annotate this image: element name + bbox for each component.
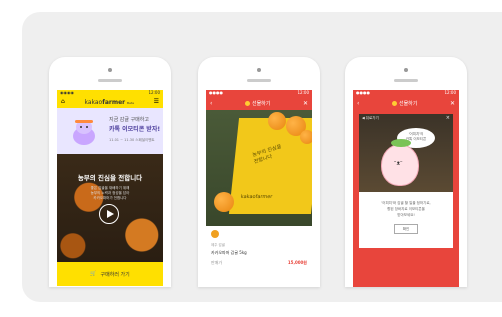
- gift-logo-icon: [391, 100, 397, 106]
- signal-icon: ●●●●: [356, 90, 370, 95]
- emoticon-popup: ◀ 뒤로가기 × '어피치'의 카톡 이모티콘 ᵔᴥᵔ '어피치'와 감귤 할 …: [359, 114, 453, 248]
- clock: 12:00: [444, 90, 456, 95]
- popup-back-label[interactable]: ◀ 뒤로가기: [362, 116, 379, 121]
- gift-logo-icon: [244, 100, 250, 106]
- orange: [214, 192, 234, 212]
- clock: 12:00: [297, 90, 309, 95]
- product-category: 제주 감귤: [211, 243, 225, 247]
- popup-backdrop: ◀ 뒤로가기 × '어피치'의 카톡 이모티콘 ᵔᴥᵔ '어피치'와 감귤 할 …: [353, 110, 459, 287]
- product-name: 카카오파머 감귤 5kg: [211, 250, 247, 255]
- gift-header: ‹ 선물하기 ✕: [353, 96, 459, 110]
- logo-main: farmer: [102, 98, 126, 106]
- product-info[interactable]: 제주 감귤 카카오파머 감귤 5kg 판매가 15,000원: [206, 226, 312, 287]
- header-title: 선물하기: [244, 100, 271, 107]
- buy-button-label: 구매하러 가기: [100, 271, 130, 278]
- camera-dot: [404, 68, 408, 72]
- phone3-screen: ●●●● 12:00 ‹ 선물하기 ✕ ◀ 뒤로가기 × '어피치'의 카톡 이…: [353, 90, 459, 287]
- speaker-bar: [394, 79, 418, 82]
- message-line3: 받아보세요!: [397, 213, 415, 217]
- menu-icon[interactable]: ☰: [154, 99, 159, 105]
- signal-icon: ◉◉◉◉: [60, 90, 74, 95]
- banner-line1: 지금 감귤 구매하고: [109, 117, 149, 123]
- gift-header: ‹ 선물하기 ✕: [206, 96, 312, 110]
- banner-headline: 카톡 이모티콘 받자!: [109, 126, 161, 133]
- orange: [268, 112, 286, 130]
- buy-button[interactable]: 🛒 구매하러 가기: [57, 262, 163, 286]
- price-label: 판매가: [211, 260, 223, 265]
- phone-gift-product: ●●●● 12:00 ‹ 선물하기 ✕ 농부의 진심을 전합니다 kakaofa…: [198, 57, 320, 287]
- app-header: ⌂ kakaofarmer Beta ☰: [57, 96, 163, 108]
- camera-dot: [257, 68, 261, 72]
- price-row: 판매가 15,000원: [211, 260, 307, 266]
- close-icon[interactable]: ✕: [450, 100, 455, 107]
- back-arrow-icon[interactable]: ‹: [210, 100, 212, 107]
- product-photo: 농부의 진심을 전합니다 kakaofarmer: [206, 110, 312, 226]
- close-icon[interactable]: ✕: [303, 100, 308, 107]
- box-brand: kakaofarmer: [240, 194, 273, 200]
- character-illustration-icon: [73, 120, 95, 145]
- play-button-icon[interactable]: [99, 204, 119, 224]
- event-banner[interactable]: 지금 감귤 구매하고 카톡 이모티콘 받자! 11.01 ~ 11.30 스페셜…: [57, 108, 163, 154]
- header-title-text: 선물하기: [398, 100, 418, 107]
- back-arrow-icon[interactable]: ‹: [357, 100, 359, 107]
- phone1-screen: ◉◉◉◉ 12:00 ⌂ kakaofarmer Beta ☰ 지금 감귤 구매…: [57, 90, 163, 287]
- home-icon[interactable]: ⌂: [61, 99, 65, 105]
- video-title: 농부의 진심을 전합니다: [77, 174, 143, 182]
- cart-icon: 🛒: [90, 271, 97, 277]
- phone-kakaofarmer: ◉◉◉◉ 12:00 ⌂ kakaofarmer Beta ☰ 지금 감귤 구매…: [49, 57, 171, 287]
- header-title: 선물하기: [391, 100, 418, 107]
- box-text: 농부의 진심을 전합니다: [252, 144, 284, 166]
- orange: [300, 130, 312, 144]
- video-caption-line3: 카카오파머가 전합니다: [93, 196, 127, 200]
- character-face: ᵔᴥᵔ: [394, 160, 403, 167]
- video-caption: 좋은 감귤을 재배하기 위해 농부의 노력과 정성을 담아 카카오파머가 전합니…: [57, 186, 163, 201]
- brand-avatar: [211, 230, 219, 238]
- popup-close-icon[interactable]: ×: [446, 115, 450, 121]
- apeach-character-icon: ᵔᴥᵔ: [381, 139, 419, 186]
- popup-message: '어피치'와 감귤 할 일을 정하기로, 향된 장바지로 이모티콘을 받아보세요…: [359, 200, 453, 218]
- popup-image: ◀ 뒤로가기 × '어피치'의 카톡 이모티콘 ᵔᴥᵔ: [359, 114, 453, 192]
- header-title-text: 선물하기: [251, 100, 271, 107]
- signal-icon: ●●●●: [209, 90, 223, 95]
- clock: 12:00: [148, 90, 160, 95]
- logo-suffix: Beta: [127, 100, 134, 105]
- app-logo: kakaofarmer Beta: [84, 99, 134, 106]
- banner-period: 11.01 ~ 11.30 스페셜이벤트: [109, 138, 155, 142]
- phone-gift-popup: ●●●● 12:00 ‹ 선물하기 ✕ ◀ 뒤로가기 × '어피치'의 카톡 이…: [345, 57, 467, 287]
- price-value: 15,000원: [287, 260, 307, 265]
- video-player[interactable]: 농부의 진심을 전합니다 좋은 감귤을 재배하기 위해 농부의 노력과 정성을 …: [57, 154, 163, 262]
- logo-prefix: kakao: [84, 98, 103, 106]
- confirm-button[interactable]: 확인: [394, 224, 418, 234]
- phone2-screen: ●●●● 12:00 ‹ 선물하기 ✕ 농부의 진심을 전합니다 kakaofa…: [206, 90, 312, 287]
- speaker-bar: [247, 79, 271, 82]
- camera-dot: [108, 68, 112, 72]
- speaker-bar: [98, 79, 122, 82]
